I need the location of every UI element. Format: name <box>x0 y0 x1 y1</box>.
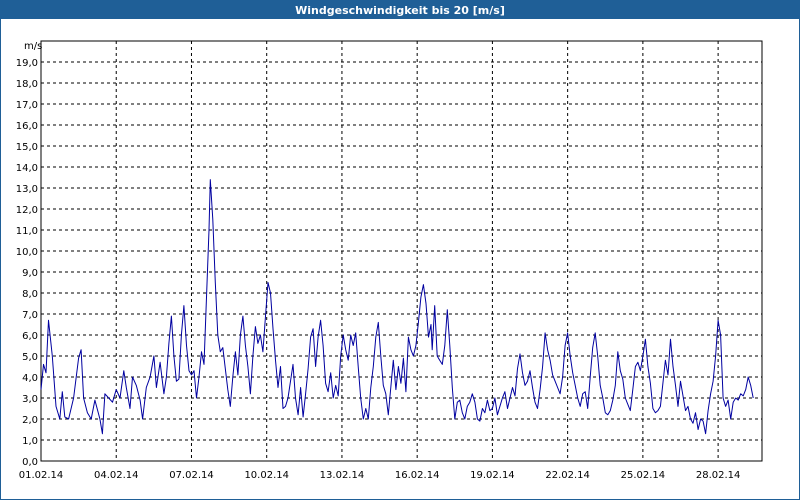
y-tick-label: 11,0 <box>16 226 38 237</box>
grid-lines <box>41 41 762 461</box>
y-tick-label: 17,0 <box>16 100 38 111</box>
y-tick-label: 19,0 <box>16 58 38 69</box>
x-tick-label: 25.02.14 <box>621 470 666 481</box>
x-tick-label: 16.02.14 <box>395 470 440 481</box>
y-tick-label: 0,0 <box>22 457 38 468</box>
x-tick-label: 04.02.14 <box>94 470 139 481</box>
y-tick-label: 4,0 <box>22 373 38 384</box>
y-tick-label: 1,0 <box>22 436 38 447</box>
x-axis-ticks: 01.02.14 04.02.14 07.02.14 10.02.14 13.02.14… <box>19 470 741 481</box>
y-tick-label: 7,0 <box>22 310 38 321</box>
x-tick-label: 10.02.14 <box>244 470 289 481</box>
y-tick-label: 3,0 <box>22 394 38 405</box>
y-axis-ticks: 0,0 1,0 2,0 3,0 4,0 5,0 6,0 7,0 8,0 9,0 10,0 11,0 12… <box>16 58 38 468</box>
x-tick-label: 01.02.14 <box>19 470 64 481</box>
y-tick-label: 15,0 <box>16 142 38 153</box>
y-tick-label: 8,0 <box>22 289 38 300</box>
chart-window: Windgeschwindigkeit bis 20 [m/s] 0,0 1,0 2… <box>0 0 800 500</box>
x-tick-label: 28.02.14 <box>696 470 741 481</box>
y-tick-label: 13,0 <box>16 184 38 195</box>
wind-speed-chart: 0,0 1,0 2,0 3,0 4,0 5,0 6,0 7,0 8,0 9,0 10,0 11,0 12… <box>16 40 763 481</box>
x-tick-label: 22.02.14 <box>545 470 590 481</box>
y-axis-unit-label: m/s <box>24 41 42 52</box>
y-tick-label: 5,0 <box>22 352 38 363</box>
x-tick-label: 13.02.14 <box>320 470 365 481</box>
y-tick-label: 9,0 <box>22 268 38 279</box>
y-tick-label: 18,0 <box>16 79 38 90</box>
y-tick-label: 16,0 <box>16 121 38 132</box>
y-tick-label: 6,0 <box>22 331 38 342</box>
y-tick-label: 12,0 <box>16 205 38 216</box>
y-tick-label: 2,0 <box>22 415 38 426</box>
y-tick-label: 14,0 <box>16 163 38 174</box>
x-tick-label: 19.02.14 <box>470 470 515 481</box>
x-tick-label: 07.02.14 <box>169 470 214 481</box>
y-tick-label: 10,0 <box>16 247 38 258</box>
